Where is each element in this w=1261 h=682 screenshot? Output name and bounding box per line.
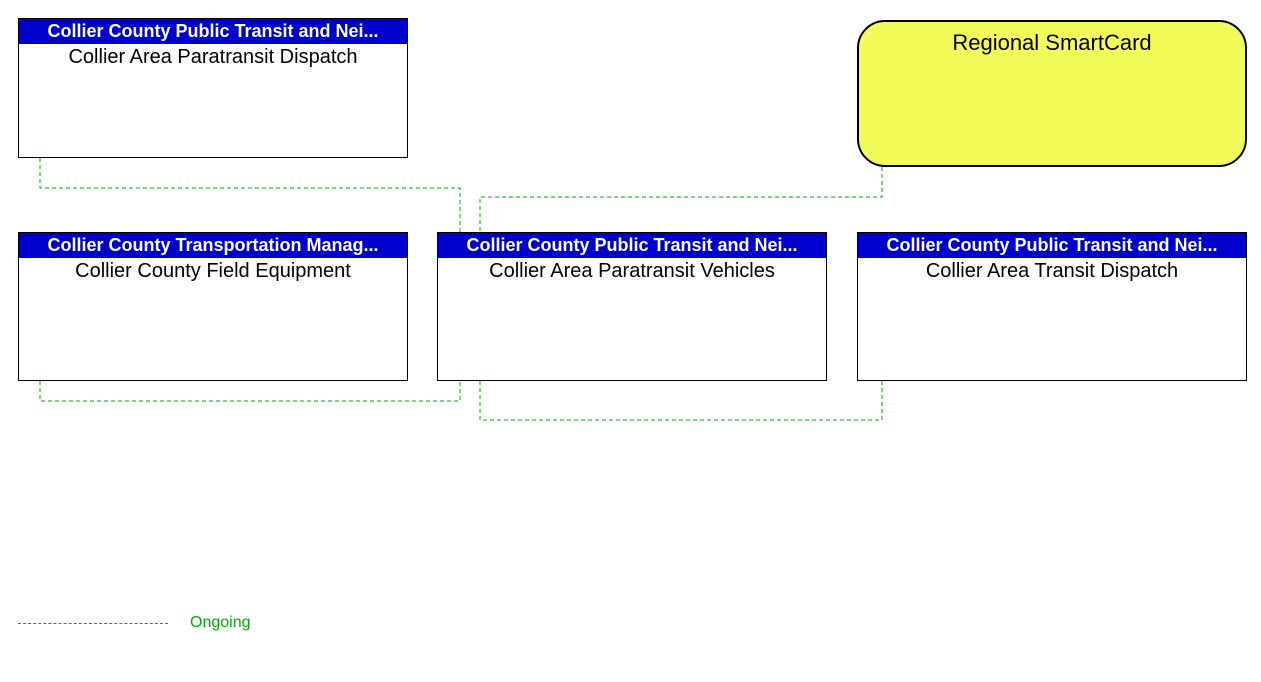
box-transit-dispatch[interactable]: Collier County Public Transit and Nei...… [857,232,1247,381]
box-body: Collier County Field Equipment [19,258,407,285]
box-body: Collier Area Paratransit Dispatch [19,44,407,71]
box-body: Collier Area Paratransit Vehicles [438,258,826,285]
box-header: Collier County Public Transit and Nei... [858,233,1246,258]
box-header: Collier County Transportation Manag... [19,233,407,258]
box-header: Collier County Public Transit and Nei... [19,19,407,44]
box-paratransit-dispatch[interactable]: Collier County Public Transit and Nei...… [18,18,408,158]
box-paratransit-vehicles[interactable]: Collier County Public Transit and Nei...… [437,232,827,381]
box-body: Collier Area Transit Dispatch [858,258,1246,285]
legend-label-ongoing: Ongoing [190,614,251,632]
box-field-equipment[interactable]: Collier County Transportation Manag... C… [18,232,408,381]
rounded-box-label: Regional SmartCard [859,30,1245,56]
box-regional-smartcard[interactable]: Regional SmartCard [857,20,1247,167]
legend-line-ongoing [18,623,168,624]
box-header: Collier County Public Transit and Nei... [438,233,826,258]
